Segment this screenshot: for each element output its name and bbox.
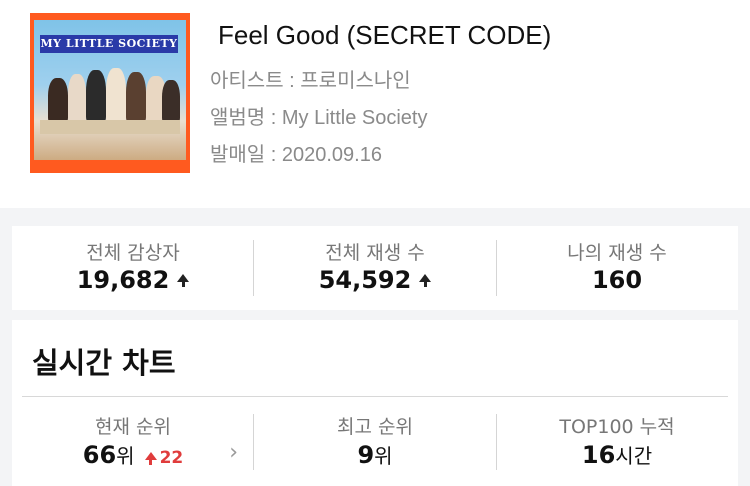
stat-value: 16시간	[496, 440, 738, 469]
cover-figure	[86, 70, 106, 122]
listening-stats: 전체 감상자 19,682 전체 재생 수 54,592 나의 재생 수 160	[12, 226, 738, 310]
total-listeners-stat: 전체 감상자 19,682	[12, 226, 254, 310]
chevron-right-icon[interactable]: ›	[229, 440, 238, 465]
stat-label: 현재 순위	[95, 416, 171, 438]
best-rank-stat: 최고 순위 9위	[254, 406, 496, 486]
arrow-up-icon	[144, 452, 157, 465]
arrow-up-icon	[177, 274, 190, 287]
top100-accumulated-stat: TOP100 누적 16시간	[496, 406, 738, 486]
release-line: 발매일 : 2020.09.16	[210, 144, 382, 166]
total-listeners-value: 19,682	[76, 266, 170, 294]
album-line[interactable]: 앨범명 : My Little Society	[210, 101, 427, 130]
my-plays-value: 160	[591, 266, 643, 294]
stat-label: 전체 재생 수	[325, 242, 425, 264]
cover-figure	[48, 78, 68, 122]
cover-figure	[126, 72, 146, 122]
realtime-chart-panel: 실시간 차트 현재 순위 66위 22 › 최고 순위 9위 TOP100 누적 …	[12, 320, 738, 486]
song-info-panel: MY LITTLE SOCIETY Feel Good (SECRET CODE…	[0, 0, 750, 208]
cover-logo: MY LITTLE SOCIETY	[40, 35, 178, 53]
arrow-up-icon	[419, 274, 432, 287]
best-rank-value: 9	[357, 441, 375, 469]
stat-value: 9위	[254, 440, 496, 469]
current-rank-stat[interactable]: 현재 순위 66위 22 ›	[12, 406, 254, 486]
top100-hours-value: 16	[581, 441, 616, 469]
rank-change: 22	[144, 448, 184, 468]
artist-line[interactable]: 아티스트 : 프로미스나인	[210, 64, 411, 93]
stat-value: 54,592	[254, 266, 496, 294]
cover-table	[40, 120, 180, 134]
my-plays-stat: 나의 재생 수 160	[496, 226, 738, 310]
divider	[22, 396, 728, 397]
total-plays-value: 54,592	[318, 266, 412, 294]
total-plays-stat: 전체 재생 수 54,592	[254, 226, 496, 310]
stat-label: 최고 순위	[337, 416, 413, 438]
song-title: Feel Good (SECRET CODE)	[218, 20, 552, 50]
stat-value: 19,682	[12, 266, 254, 294]
cover-band	[34, 160, 186, 170]
rank-change-value: 22	[159, 448, 184, 468]
stat-value: 160	[496, 266, 738, 294]
realtime-chart-heading: 실시간 차트	[32, 346, 176, 380]
rank-unit: 위	[374, 444, 393, 468]
cover-figure	[106, 68, 126, 122]
stat-label: 전체 감상자	[86, 242, 180, 264]
current-rank-value: 66	[82, 441, 117, 469]
rank-unit: 위	[116, 444, 135, 468]
hours-unit: 시간	[615, 444, 653, 468]
cover-figure	[68, 74, 86, 122]
cover-figure	[162, 80, 180, 122]
stat-value: 66위 22	[12, 440, 254, 469]
stat-label: TOP100 누적	[559, 416, 675, 438]
stat-label: 나의 재생 수	[567, 242, 667, 264]
album-cover[interactable]: MY LITTLE SOCIETY	[30, 13, 190, 173]
